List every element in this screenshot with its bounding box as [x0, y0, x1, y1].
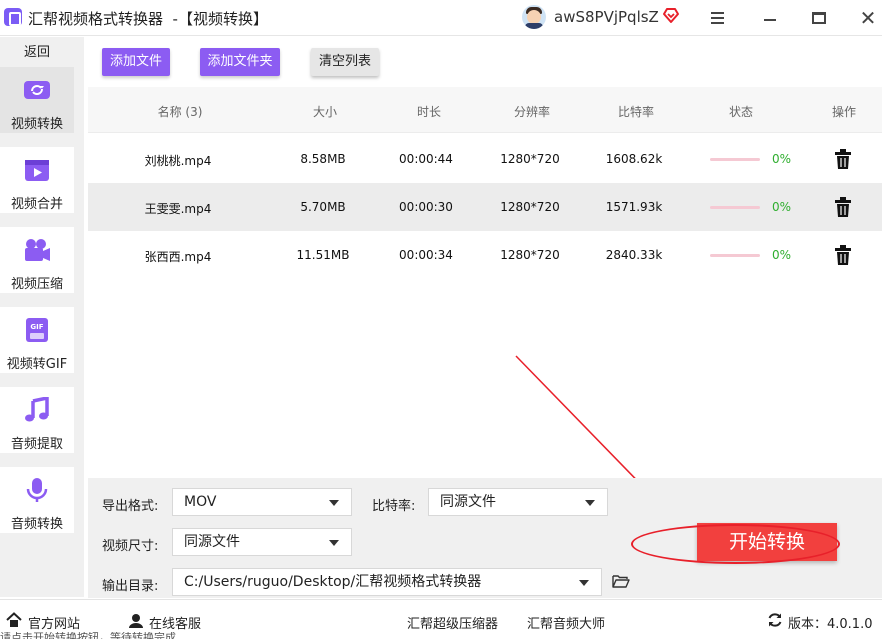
progress-bar [710, 206, 760, 209]
file-duration: 00:00:30 [399, 200, 453, 214]
file-name: 张西西.mp4 [144, 250, 212, 264]
format-label: 导出格式: [102, 499, 159, 514]
user-avatar[interactable] [522, 5, 546, 29]
column-actions: 操作 [831, 105, 856, 119]
output-dir-select[interactable]: C:/Users/ruguo/Desktop/汇帮视频格式转换器 [172, 568, 602, 596]
file-name: 王雯雯.mp4 [144, 202, 212, 216]
video-convert-icon [24, 81, 50, 99]
maximize-icon[interactable] [809, 8, 829, 28]
window-title: 汇帮视频格式转换器 -【视频转换】 [28, 10, 268, 28]
sidebar-item-label: 视频转GIF [6, 357, 68, 372]
highlight-ellipse [631, 524, 840, 564]
column-name[interactable]: 名称 (3) [140, 103, 220, 120]
video-merge-icon [25, 160, 49, 181]
headset-icon [129, 614, 143, 628]
svg-text:GIF: GIF [30, 323, 43, 331]
home-icon [6, 612, 22, 627]
app-logo-icon [4, 8, 22, 26]
minimize-icon[interactable] [760, 8, 780, 28]
file-duration: 00:00:44 [399, 152, 453, 166]
format-select[interactable]: MOV [172, 488, 352, 516]
username[interactable]: awS8PVjPqlsZ [554, 8, 659, 26]
add-folder-button[interactable]: 添加文件夹 [200, 48, 280, 76]
file-table-header: 名称 (3) 大小 时长 分辨率 比特率 状态 操作 [88, 87, 882, 133]
progress-percent: 0% [772, 200, 792, 214]
table-row[interactable]: 王雯雯.mp4 5.70MB 00:00:30 1280*720 1571.93… [88, 183, 882, 231]
sidebar-item-audio-convert[interactable]: 音频转换 [0, 467, 74, 533]
progress-percent: 0% [772, 152, 792, 166]
chevron-down-icon [329, 540, 339, 546]
vip-heart-icon[interactable] [662, 6, 680, 24]
progress-bar [710, 158, 760, 161]
file-name: 刘桃桃.mp4 [144, 154, 212, 168]
back-link[interactable]: 返回 [0, 41, 74, 60]
trash-icon[interactable] [834, 197, 852, 217]
column-status: 状态 [728, 105, 753, 119]
microphone-icon [26, 478, 48, 502]
music-note-icon [25, 397, 49, 422]
format-value: MOV [184, 494, 217, 510]
progress-percent: 0% [772, 248, 792, 262]
close-icon[interactable]: ✕ [858, 8, 878, 28]
trash-icon[interactable] [834, 245, 852, 265]
column-bitrate[interactable]: 比特率 [606, 103, 666, 120]
super-compressor-link[interactable]: 汇帮超级压缩器 [407, 613, 498, 632]
output-dir-label: 输出目录: [102, 579, 159, 594]
chevron-down-icon [329, 500, 339, 506]
bitrate-value: 同源文件 [440, 494, 496, 510]
file-bitrate: 2840.33k [605, 248, 663, 262]
column-resolution[interactable]: 分辨率 [502, 103, 562, 120]
audio-master-link[interactable]: 汇帮音频大师 [527, 613, 605, 632]
sidebar-item-label: 音频提取 [10, 437, 63, 452]
online-support-link[interactable]: 在线客服 [149, 613, 201, 632]
file-size: 11.51MB [296, 248, 350, 262]
clear-list-button[interactable]: 清空列表 [311, 48, 379, 76]
sidebar-item-label: 视频压缩 [10, 277, 63, 292]
file-resolution: 1280*720 [500, 152, 560, 166]
output-dir-value: C:/Users/ruguo/Desktop/汇帮视频格式转换器 [184, 574, 482, 590]
column-duration[interactable]: 时长 [399, 103, 459, 120]
sidebar-item-label: 视频合并 [10, 197, 63, 212]
size-select[interactable]: 同源文件 [172, 528, 352, 556]
table-row[interactable]: 张西西.mp4 11.51MB 00:00:34 1280*720 2840.3… [88, 231, 882, 279]
refresh-icon[interactable] [767, 612, 783, 628]
official-website-link[interactable]: 官方网站 [28, 613, 80, 632]
video-compress-icon [25, 239, 50, 261]
file-resolution: 1280*720 [500, 248, 560, 262]
file-bitrate: 1608.62k [605, 152, 663, 166]
bitrate-label: 比特率: [372, 499, 416, 514]
chevron-down-icon [585, 500, 595, 506]
add-file-button[interactable]: 添加文件 [102, 48, 170, 76]
sidebar-item-audio-extract[interactable]: 音频提取 [0, 387, 74, 453]
column-size[interactable]: 大小 [295, 103, 355, 120]
file-resolution: 1280*720 [500, 200, 560, 214]
size-label: 视频尺寸: [102, 539, 159, 554]
file-duration: 00:00:34 [399, 248, 453, 262]
chevron-down-icon [579, 580, 589, 586]
table-row[interactable]: 刘桃桃.mp4 8.58MB 00:00:44 1280*720 1608.62… [88, 135, 882, 183]
sidebar-item-video-convert[interactable]: 视频转换 [0, 67, 74, 133]
file-size: 8.58MB [300, 152, 346, 166]
file-size: 5.70MB [300, 200, 346, 214]
sidebar: 返回 视频转换 视频合并 视频压缩 GIF 视频转GIF 音频提取 音频转换 [0, 37, 84, 597]
folder-open-icon[interactable] [612, 574, 630, 588]
bitrate-select[interactable]: 同源文件 [428, 488, 608, 516]
version-label: 版本：4.0.1.0 [788, 617, 873, 632]
sidebar-item-label: 视频转换 [10, 117, 63, 132]
menu-icon[interactable] [708, 8, 728, 28]
sidebar-item-label: 音频转换 [10, 517, 63, 532]
sidebar-item-video-compress[interactable]: 视频压缩 [0, 227, 74, 293]
gif-icon: GIF [26, 318, 48, 342]
sidebar-item-gif[interactable]: GIF 视频转GIF [0, 307, 74, 373]
size-value: 同源文件 [184, 534, 240, 550]
title-bar: 汇帮视频格式转换器 -【视频转换】 awS8PVjPqlsZ ✕ [0, 0, 882, 36]
file-bitrate: 1571.93k [605, 200, 663, 214]
sidebar-item-video-merge[interactable]: 视频合并 [0, 147, 74, 213]
trash-icon[interactable] [834, 149, 852, 169]
status-text: 请点击开始转换按钮，等待转换完成 [0, 632, 176, 639]
progress-bar [710, 254, 760, 257]
